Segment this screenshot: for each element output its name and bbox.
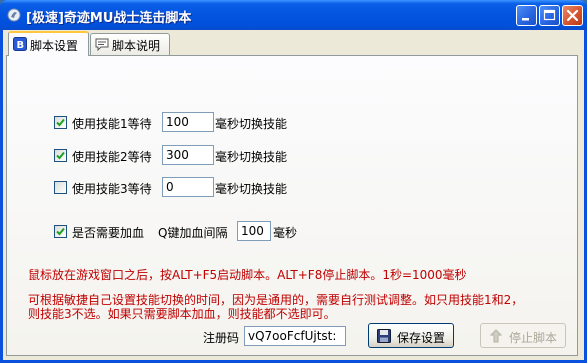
window-title: [极速]奇迹MU战士连击脚本: [26, 11, 192, 26]
stop-script-button[interactable]: 停止脚本: [480, 323, 566, 348]
stop-script-label: 停止脚本: [509, 331, 558, 345]
tab-script-help[interactable]: 脚本说明: [90, 33, 170, 55]
floppy-disk-icon: [377, 329, 391, 343]
speech-bubble-icon: [95, 38, 109, 51]
tab-label: 脚本设置: [30, 39, 79, 53]
hotkey-note: 鼠标放在游戏窗口之后，按ALT+F5启动脚本。ALT+F8停止脚本。1秒=100…: [28, 268, 467, 282]
check-icon: [56, 227, 65, 236]
heal-interval-label: Q键加血间隔: [158, 226, 228, 240]
skill2-checkbox[interactable]: [54, 149, 67, 162]
title-bar[interactable]: [极速]奇迹MU战士连击脚本: [0, 0, 587, 30]
close-icon: [566, 9, 579, 22]
minimize-icon: [522, 18, 529, 21]
check-icon: [56, 151, 65, 160]
tab-script-settings[interactable]: B 脚本设置: [8, 31, 89, 56]
skill3-checkbox[interactable]: [54, 181, 67, 194]
heal-checkbox[interactable]: [54, 225, 67, 238]
skill2-wait-input[interactable]: [162, 145, 214, 165]
close-button[interactable]: [562, 5, 583, 26]
skill3-label: 使用技能3等待: [72, 182, 152, 196]
app-icon: [7, 8, 21, 22]
skill2-label: 使用技能2等待: [72, 150, 152, 164]
svg-text:B: B: [17, 40, 25, 51]
app-window: [极速]奇迹MU战士连击脚本 B 脚本设置 脚本说明 使用技能1等待 100 毫…: [0, 0, 587, 363]
tab-label: 脚本说明: [112, 39, 161, 53]
skill1-checkbox[interactable]: [54, 116, 67, 129]
save-settings-button[interactable]: 保存设置: [368, 323, 454, 348]
check-icon: [56, 118, 65, 127]
maximize-button[interactable]: [539, 5, 560, 26]
skill1-wait-input[interactable]: [162, 112, 214, 132]
settings-tab-icon: B: [13, 37, 27, 51]
registration-label: 注册码: [203, 331, 240, 345]
maximize-icon: [543, 9, 556, 21]
registration-code-input[interactable]: [244, 326, 346, 346]
skill2-suffix: 毫秒切换技能: [215, 150, 288, 164]
save-settings-label: 保存设置: [397, 331, 446, 345]
skill1-label: 使用技能1等待: [72, 117, 152, 131]
usage-note-line2: 则技能3不选。如果只需要脚本加血，则技能都不选即可。: [28, 307, 336, 321]
settings-panel: 使用技能1等待 毫秒切换技能 使用技能2等待 毫秒切换技能 使用技能3等待 毫秒…: [6, 55, 578, 356]
skill1-suffix: 毫秒切换技能: [215, 117, 288, 131]
client-area: B 脚本设置 脚本说明 使用技能1等待 毫秒切换技能: [3, 30, 584, 360]
stop-arrow-icon: [489, 329, 503, 343]
skill3-wait-input[interactable]: [162, 177, 214, 197]
skill3-suffix: 毫秒切换技能: [215, 182, 288, 196]
heal-suffix: 毫秒: [273, 226, 298, 240]
minimize-button[interactable]: [516, 5, 537, 26]
heal-interval-input[interactable]: [237, 221, 271, 241]
heal-label: 是否需要加血: [72, 226, 145, 240]
